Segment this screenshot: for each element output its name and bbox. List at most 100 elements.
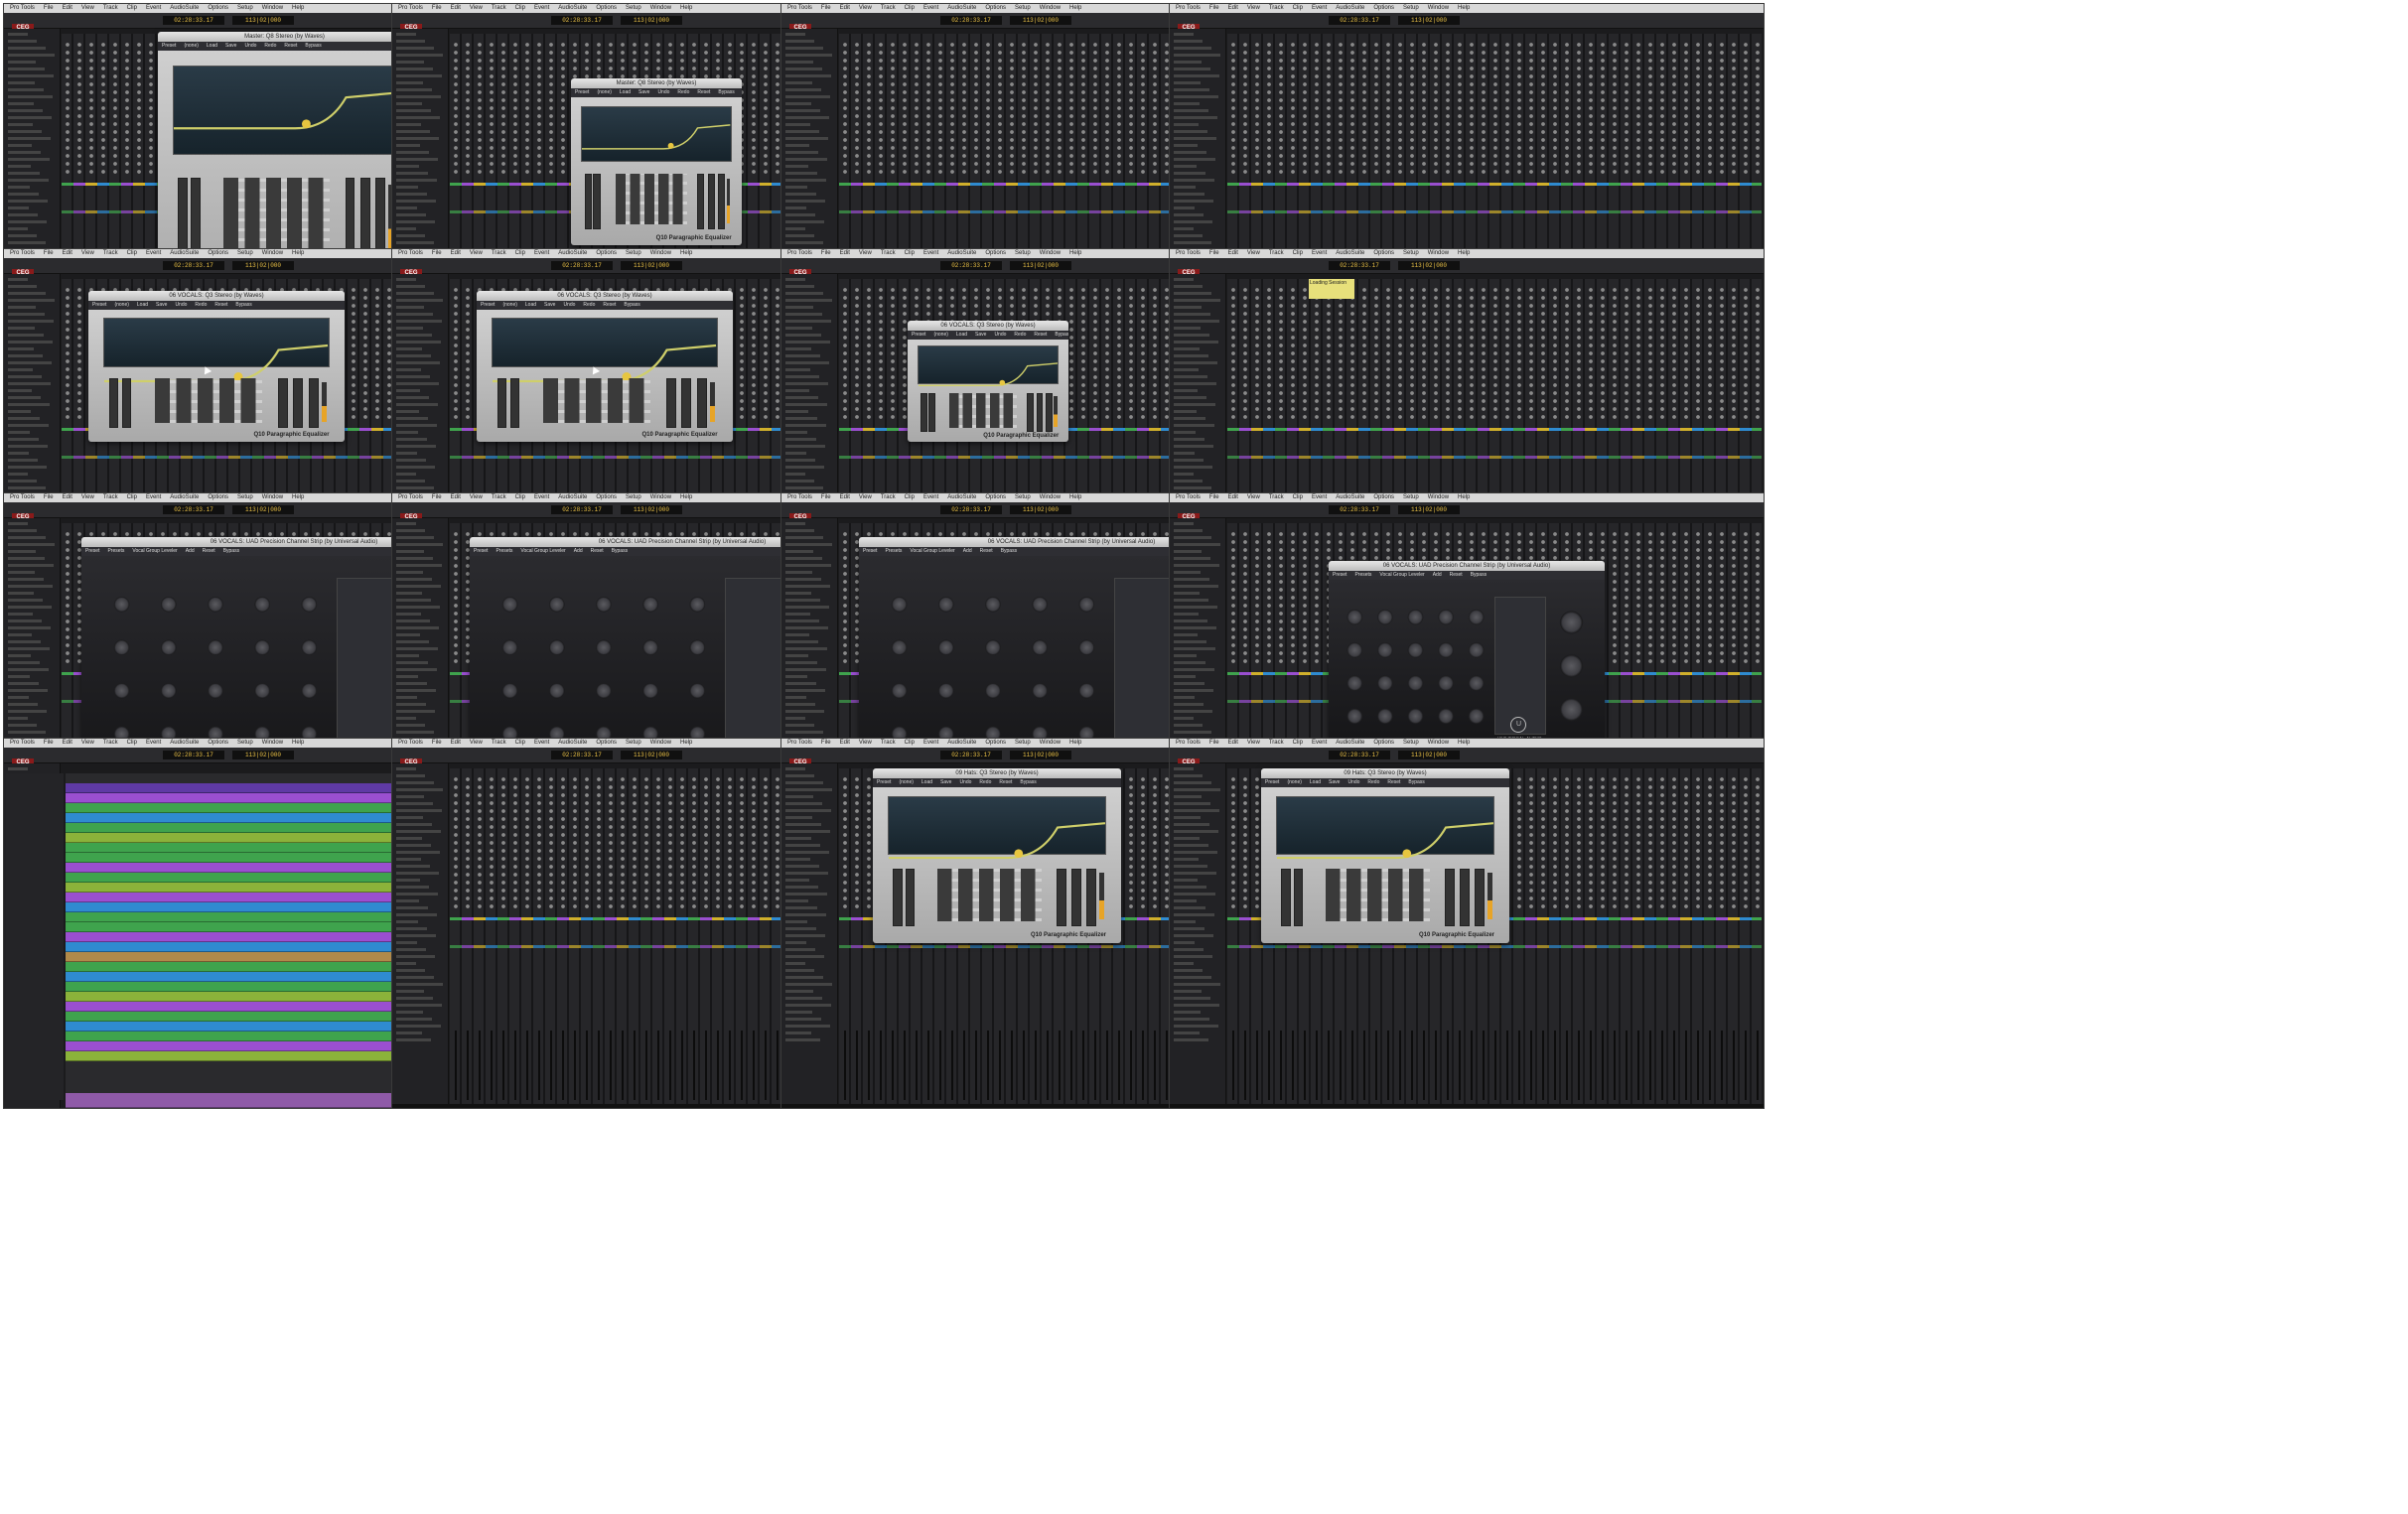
track-list-item[interactable] xyxy=(8,285,37,288)
track-list-item[interactable] xyxy=(396,823,432,826)
track-list-item[interactable] xyxy=(396,571,423,574)
main-counter[interactable]: 02:28:33.17 xyxy=(1329,261,1390,270)
track-list-item[interactable] xyxy=(8,466,47,469)
eq-knob-section[interactable] xyxy=(876,582,1110,756)
plugin-knob-row[interactable] xyxy=(1227,319,1762,325)
output-slider[interactable] xyxy=(681,378,692,429)
eq-band-point[interactable] xyxy=(1402,849,1412,859)
track-list-item[interactable] xyxy=(785,417,817,420)
menu-app-name[interactable]: Pro Tools xyxy=(787,250,812,256)
output-slider[interactable] xyxy=(1057,868,1066,927)
track-list-item[interactable] xyxy=(8,88,44,91)
track-list-item[interactable] xyxy=(785,955,824,958)
menu-item[interactable]: AudioSuite xyxy=(170,250,199,256)
track-list-item[interactable] xyxy=(8,151,41,154)
plugin-toolbar-button[interactable]: Reset xyxy=(203,548,215,554)
track-list-item[interactable] xyxy=(1174,234,1203,237)
plugin-knob-row[interactable] xyxy=(1227,50,1762,56)
plugin-knob-row[interactable] xyxy=(1227,295,1762,301)
track-list-item[interactable] xyxy=(785,788,832,791)
main-counter[interactable]: 02:28:33.17 xyxy=(940,505,1002,514)
track-list-item[interactable] xyxy=(1174,213,1204,216)
menu-item[interactable]: Track xyxy=(492,5,506,11)
eq-plugin-window[interactable]: 06 VOCALS: Q3 Stereo (by Waves) Preset (no… xyxy=(908,321,1068,442)
track-list-item[interactable] xyxy=(785,647,827,650)
eq-graph[interactable] xyxy=(917,345,1060,387)
plugin-toolbar-button[interactable]: Save xyxy=(544,302,555,308)
track-list-item[interactable] xyxy=(1174,802,1210,805)
track-list-item[interactable] xyxy=(1174,116,1217,119)
menu-item[interactable]: Help xyxy=(1458,250,1470,256)
menu-item[interactable]: Clip xyxy=(515,494,525,500)
plugin-toolbar-button[interactable]: Undo xyxy=(244,43,256,49)
output-slider[interactable] xyxy=(696,378,707,429)
menu-item[interactable]: View xyxy=(81,740,94,746)
track-list-item[interactable] xyxy=(1174,102,1200,105)
track-list-item[interactable] xyxy=(8,696,29,699)
track-list-item[interactable] xyxy=(396,313,433,316)
track-list-item[interactable] xyxy=(8,424,49,427)
track-list-item[interactable] xyxy=(8,403,50,406)
track-list-item[interactable] xyxy=(396,606,440,609)
menu-item[interactable]: Window xyxy=(650,5,671,11)
output-slider[interactable] xyxy=(1445,868,1455,927)
track-list-item[interactable] xyxy=(396,899,419,902)
track-list-item[interactable] xyxy=(1174,151,1206,154)
plugin-toolbar-button[interactable]: Bypass xyxy=(718,89,734,95)
track-list-item[interactable] xyxy=(785,717,805,720)
menu-item[interactable]: Setup xyxy=(1403,740,1419,746)
track-list-item[interactable] xyxy=(8,633,32,636)
track-list-item[interactable] xyxy=(8,109,43,112)
track-list-item[interactable] xyxy=(396,234,425,237)
plugin-knob-row[interactable] xyxy=(1227,161,1762,167)
plugin-knob-row[interactable] xyxy=(1227,398,1762,404)
track-list-item[interactable] xyxy=(1174,788,1220,791)
menu-item[interactable]: Edit xyxy=(451,250,461,256)
output-slider[interactable] xyxy=(665,378,676,429)
menu-item[interactable]: Event xyxy=(1312,250,1327,256)
track-list-item[interactable] xyxy=(785,206,806,209)
track-list-item[interactable] xyxy=(396,682,427,685)
track-list-item[interactable] xyxy=(1174,410,1197,413)
track-list-item[interactable] xyxy=(396,633,420,636)
plugin-knob-row[interactable] xyxy=(1227,145,1762,151)
track-list-item[interactable] xyxy=(1174,899,1197,902)
main-counter[interactable]: 02:28:33.17 xyxy=(163,16,224,25)
menu-item[interactable]: File xyxy=(44,250,54,256)
plugin-knob-row[interactable] xyxy=(1227,406,1762,412)
track-list-sidebar[interactable] xyxy=(392,763,449,1108)
track-list-item[interactable] xyxy=(1174,354,1208,357)
track-list-item[interactable] xyxy=(396,396,429,399)
menu-item[interactable]: Clip xyxy=(515,740,525,746)
menu-item[interactable]: Setup xyxy=(1015,5,1031,11)
track-list-item[interactable] xyxy=(396,40,425,43)
track-list-item[interactable] xyxy=(8,536,46,539)
track-list-item[interactable] xyxy=(396,1004,442,1007)
menu-item[interactable]: Help xyxy=(1069,5,1081,11)
eq-plugin-window[interactable]: 06 VOCALS: Q3 Stereo (by Waves) Preset (no… xyxy=(88,291,345,442)
plugin-toolbar-button[interactable]: Preset xyxy=(92,302,106,308)
menu-item[interactable]: Setup xyxy=(626,740,641,746)
track-list-item[interactable] xyxy=(396,179,437,182)
track-list-item[interactable] xyxy=(1174,227,1194,230)
track-list-item[interactable] xyxy=(396,327,423,330)
menu-item[interactable]: AudioSuite xyxy=(1336,740,1364,746)
output-slider[interactable] xyxy=(1475,868,1485,927)
menu-item[interactable]: Event xyxy=(923,5,938,11)
plugin-toolbar-button[interactable]: Reset xyxy=(980,548,993,554)
menu-item[interactable]: AudioSuite xyxy=(170,5,199,11)
menu-item[interactable]: Help xyxy=(1458,5,1470,11)
menu-item[interactable]: Window xyxy=(262,250,283,256)
track-list-item[interactable] xyxy=(8,102,34,105)
plugin-toolbar-button[interactable]: Reset xyxy=(1450,572,1463,578)
track-list-item[interactable] xyxy=(785,844,820,847)
track-list-item[interactable] xyxy=(8,241,46,244)
track-list-item[interactable] xyxy=(1174,54,1220,57)
plugin-title[interactable]: 06 VOCALS: Q3 Stereo (by Waves) xyxy=(908,321,1068,331)
track-list-item[interactable] xyxy=(1174,47,1211,50)
plugin-knob-row[interactable] xyxy=(1227,73,1762,79)
main-counter[interactable]: 02:28:33.17 xyxy=(551,261,613,270)
track-list-item[interactable] xyxy=(1174,320,1219,323)
track-list-item[interactable] xyxy=(785,578,821,581)
plugin-toolbar-button[interactable]: Redo xyxy=(583,302,595,308)
